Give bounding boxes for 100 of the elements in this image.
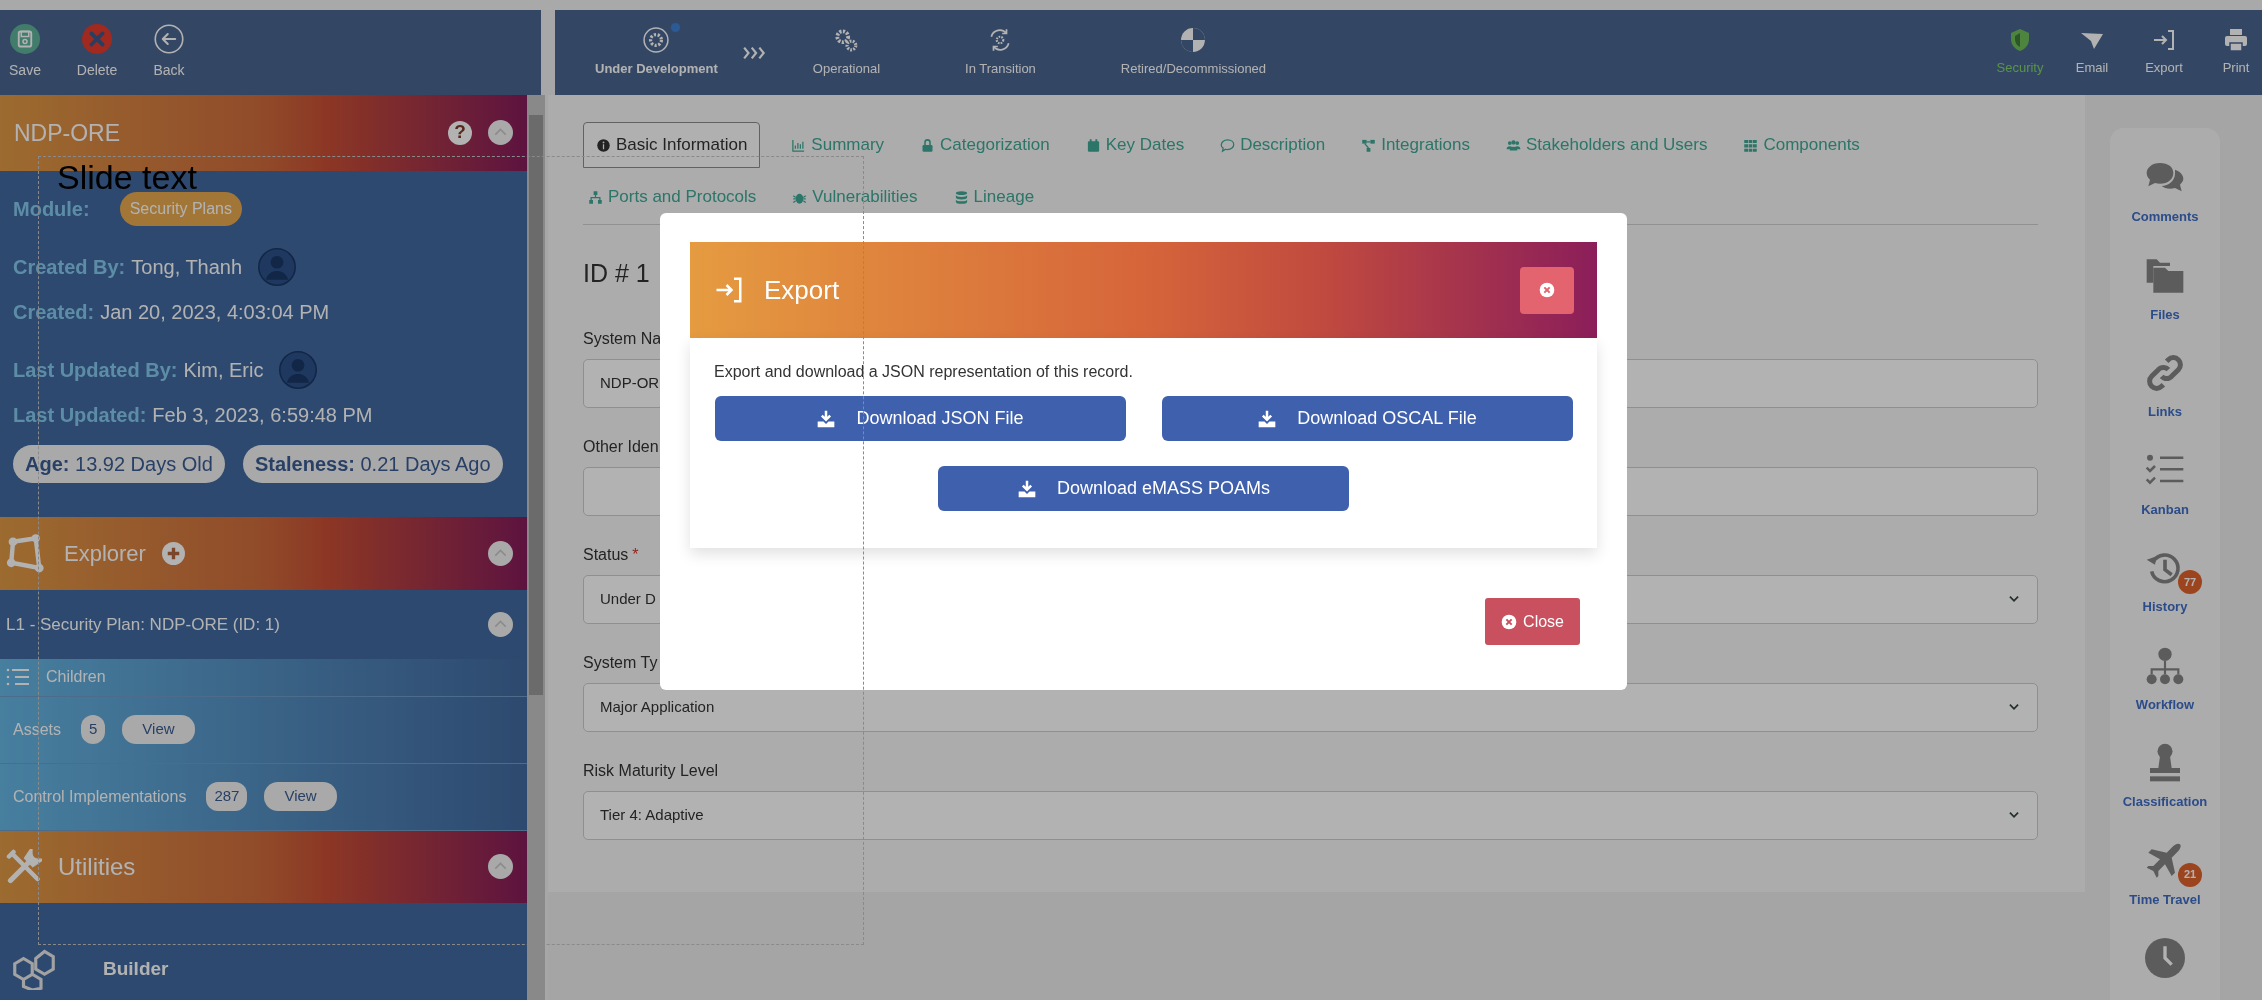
lifecycle-stage[interactable]: In Transition bbox=[965, 26, 1036, 79]
email-button[interactable]: Email bbox=[2066, 27, 2118, 78]
export-icon bbox=[2152, 27, 2176, 52]
panel-item[interactable]: Workflow bbox=[2110, 645, 2220, 714]
collapse-icon[interactable] bbox=[488, 541, 513, 567]
speech-bubble-icon bbox=[1220, 137, 1236, 153]
field-value: Jan 20, 2023, 4:03:04 PM bbox=[100, 299, 330, 325]
field-label: Other Iden bbox=[583, 437, 659, 455]
view-button[interactable]: View bbox=[122, 715, 195, 744]
close-button[interactable]: Close bbox=[1485, 598, 1580, 645]
tab[interactable]: Components bbox=[1738, 122, 1865, 168]
download-icon bbox=[1257, 408, 1278, 429]
age-badge: Staleness: 0.21 Days Ago bbox=[242, 444, 503, 483]
panel-item[interactable]: 21 Time Travel bbox=[2110, 840, 2220, 909]
children-label: Children bbox=[46, 667, 106, 687]
tree-node[interactable]: L1 - Security Plan: NDP-ORE (ID: 1) bbox=[6, 611, 280, 638]
lifecycle-stage[interactable]: Under Development bbox=[595, 26, 718, 79]
scrollbar[interactable] bbox=[527, 95, 545, 1000]
download-button[interactable]: Download eMASS POAMs bbox=[938, 466, 1349, 511]
module-tag: Security Plans bbox=[119, 191, 242, 226]
close-button[interactable] bbox=[1520, 266, 1574, 314]
field-value: Feb 3, 2023, 6:59:48 PM bbox=[152, 402, 373, 428]
tab[interactable]: Description bbox=[1215, 122, 1331, 168]
tools-icon bbox=[6, 848, 42, 885]
download-icon bbox=[1016, 478, 1037, 499]
help-button[interactable]: ? bbox=[448, 120, 472, 145]
record-title: NDP-ORE bbox=[14, 118, 121, 148]
close-icon bbox=[1501, 613, 1518, 630]
notification-dot bbox=[670, 22, 680, 32]
download-button[interactable]: Download JSON File bbox=[714, 396, 1126, 441]
tab[interactable]: Lineage bbox=[948, 174, 1040, 220]
close-icon bbox=[1539, 282, 1555, 298]
sitemap-icon bbox=[588, 189, 603, 205]
tab[interactable]: Ports and Protocols bbox=[583, 174, 762, 220]
field-label: Status bbox=[583, 545, 629, 563]
panel-item[interactable]: Kanban bbox=[2110, 450, 2220, 519]
panel-item[interactable]: Files bbox=[2110, 255, 2220, 324]
module-label: Module: bbox=[13, 196, 90, 222]
save-icon bbox=[10, 24, 40, 54]
field-label: Created: bbox=[13, 299, 95, 325]
panel-item[interactable]: 77 History bbox=[2110, 548, 2220, 617]
tab[interactable]: Summary bbox=[786, 122, 890, 168]
export-button[interactable]: Export bbox=[2138, 27, 2190, 78]
explorer-title: Explorer bbox=[64, 540, 146, 569]
download-button[interactable]: Download OSCAL File bbox=[1161, 396, 1573, 441]
nodes-icon bbox=[1361, 137, 1377, 153]
tab[interactable]: Vulnerabilities bbox=[787, 174, 923, 220]
clock-icon[interactable] bbox=[2145, 938, 2185, 978]
dialog-title: Export bbox=[764, 273, 841, 307]
count-badge: 21 bbox=[2178, 862, 2202, 887]
count-badge: 77 bbox=[2178, 570, 2202, 594]
export-icon bbox=[714, 275, 744, 305]
collapse-icon[interactable] bbox=[488, 120, 513, 146]
dropdown-field[interactable]: Tier 4: Adaptive bbox=[583, 790, 2038, 840]
field-value: Kim, Eric bbox=[183, 357, 264, 383]
chart-icon bbox=[791, 137, 807, 153]
grid-icon bbox=[1743, 137, 1759, 153]
tab[interactable]: Key Dates bbox=[1080, 122, 1190, 168]
view-button[interactable]: View bbox=[264, 782, 337, 811]
add-icon[interactable] bbox=[161, 542, 185, 566]
field-label: Risk Maturity Level bbox=[583, 761, 719, 779]
collapse-icon[interactable] bbox=[488, 611, 513, 637]
lifecycle-stage[interactable]: Operational bbox=[812, 26, 881, 79]
builder-item[interactable]: Builder bbox=[103, 954, 169, 984]
tab[interactable]: Basic Information bbox=[583, 122, 761, 168]
lock-icon bbox=[920, 137, 936, 153]
download-icon bbox=[816, 408, 837, 429]
print-button[interactable]: Print bbox=[2210, 27, 2262, 78]
tab[interactable]: Categorization bbox=[915, 122, 1055, 168]
count-badge: 287 bbox=[206, 782, 248, 811]
database-icon bbox=[953, 189, 969, 205]
org-chart-icon bbox=[2145, 645, 2185, 686]
tab[interactable]: Stakeholders and Users bbox=[1501, 122, 1713, 168]
users-icon bbox=[1506, 137, 1522, 153]
printer-icon bbox=[2224, 27, 2248, 52]
delete-button[interactable]: Delete bbox=[78, 24, 116, 81]
field-label: Last Updated By: bbox=[13, 357, 178, 383]
avatar-icon bbox=[258, 247, 297, 286]
record-id: ID # 1 bbox=[583, 258, 650, 289]
collapse-icon[interactable] bbox=[488, 854, 513, 880]
panel-item[interactable]: Links bbox=[2110, 353, 2220, 422]
field-label: Last Updated: bbox=[13, 402, 147, 428]
child-label: Control Implementations bbox=[13, 786, 187, 807]
back-button[interactable]: Back bbox=[150, 24, 188, 81]
child-label: Assets bbox=[13, 719, 61, 740]
security-button[interactable]: Security bbox=[1994, 27, 2046, 78]
age-badge: Age: 13.92 Days Old bbox=[13, 444, 225, 483]
save-button[interactable]: Save bbox=[6, 24, 44, 81]
gear-circle-icon bbox=[643, 26, 670, 53]
lifecycle-stage[interactable]: Retired/Decommissioned bbox=[1120, 26, 1267, 79]
panel-item[interactable]: Comments bbox=[2110, 158, 2220, 227]
dialog-message: Export and download a JSON representation of this record. bbox=[714, 362, 1134, 382]
field-value: Tong, Thanh bbox=[131, 254, 243, 280]
tab[interactable]: Integrations bbox=[1356, 122, 1476, 168]
shield-icon bbox=[2008, 27, 2032, 52]
quartered-circle-icon bbox=[1180, 26, 1207, 53]
utilities-title: Utilities bbox=[58, 851, 136, 882]
panel-item[interactable]: Classification bbox=[2110, 743, 2220, 812]
field-label: System Ty bbox=[583, 653, 658, 671]
count-badge: 5 bbox=[81, 715, 106, 744]
